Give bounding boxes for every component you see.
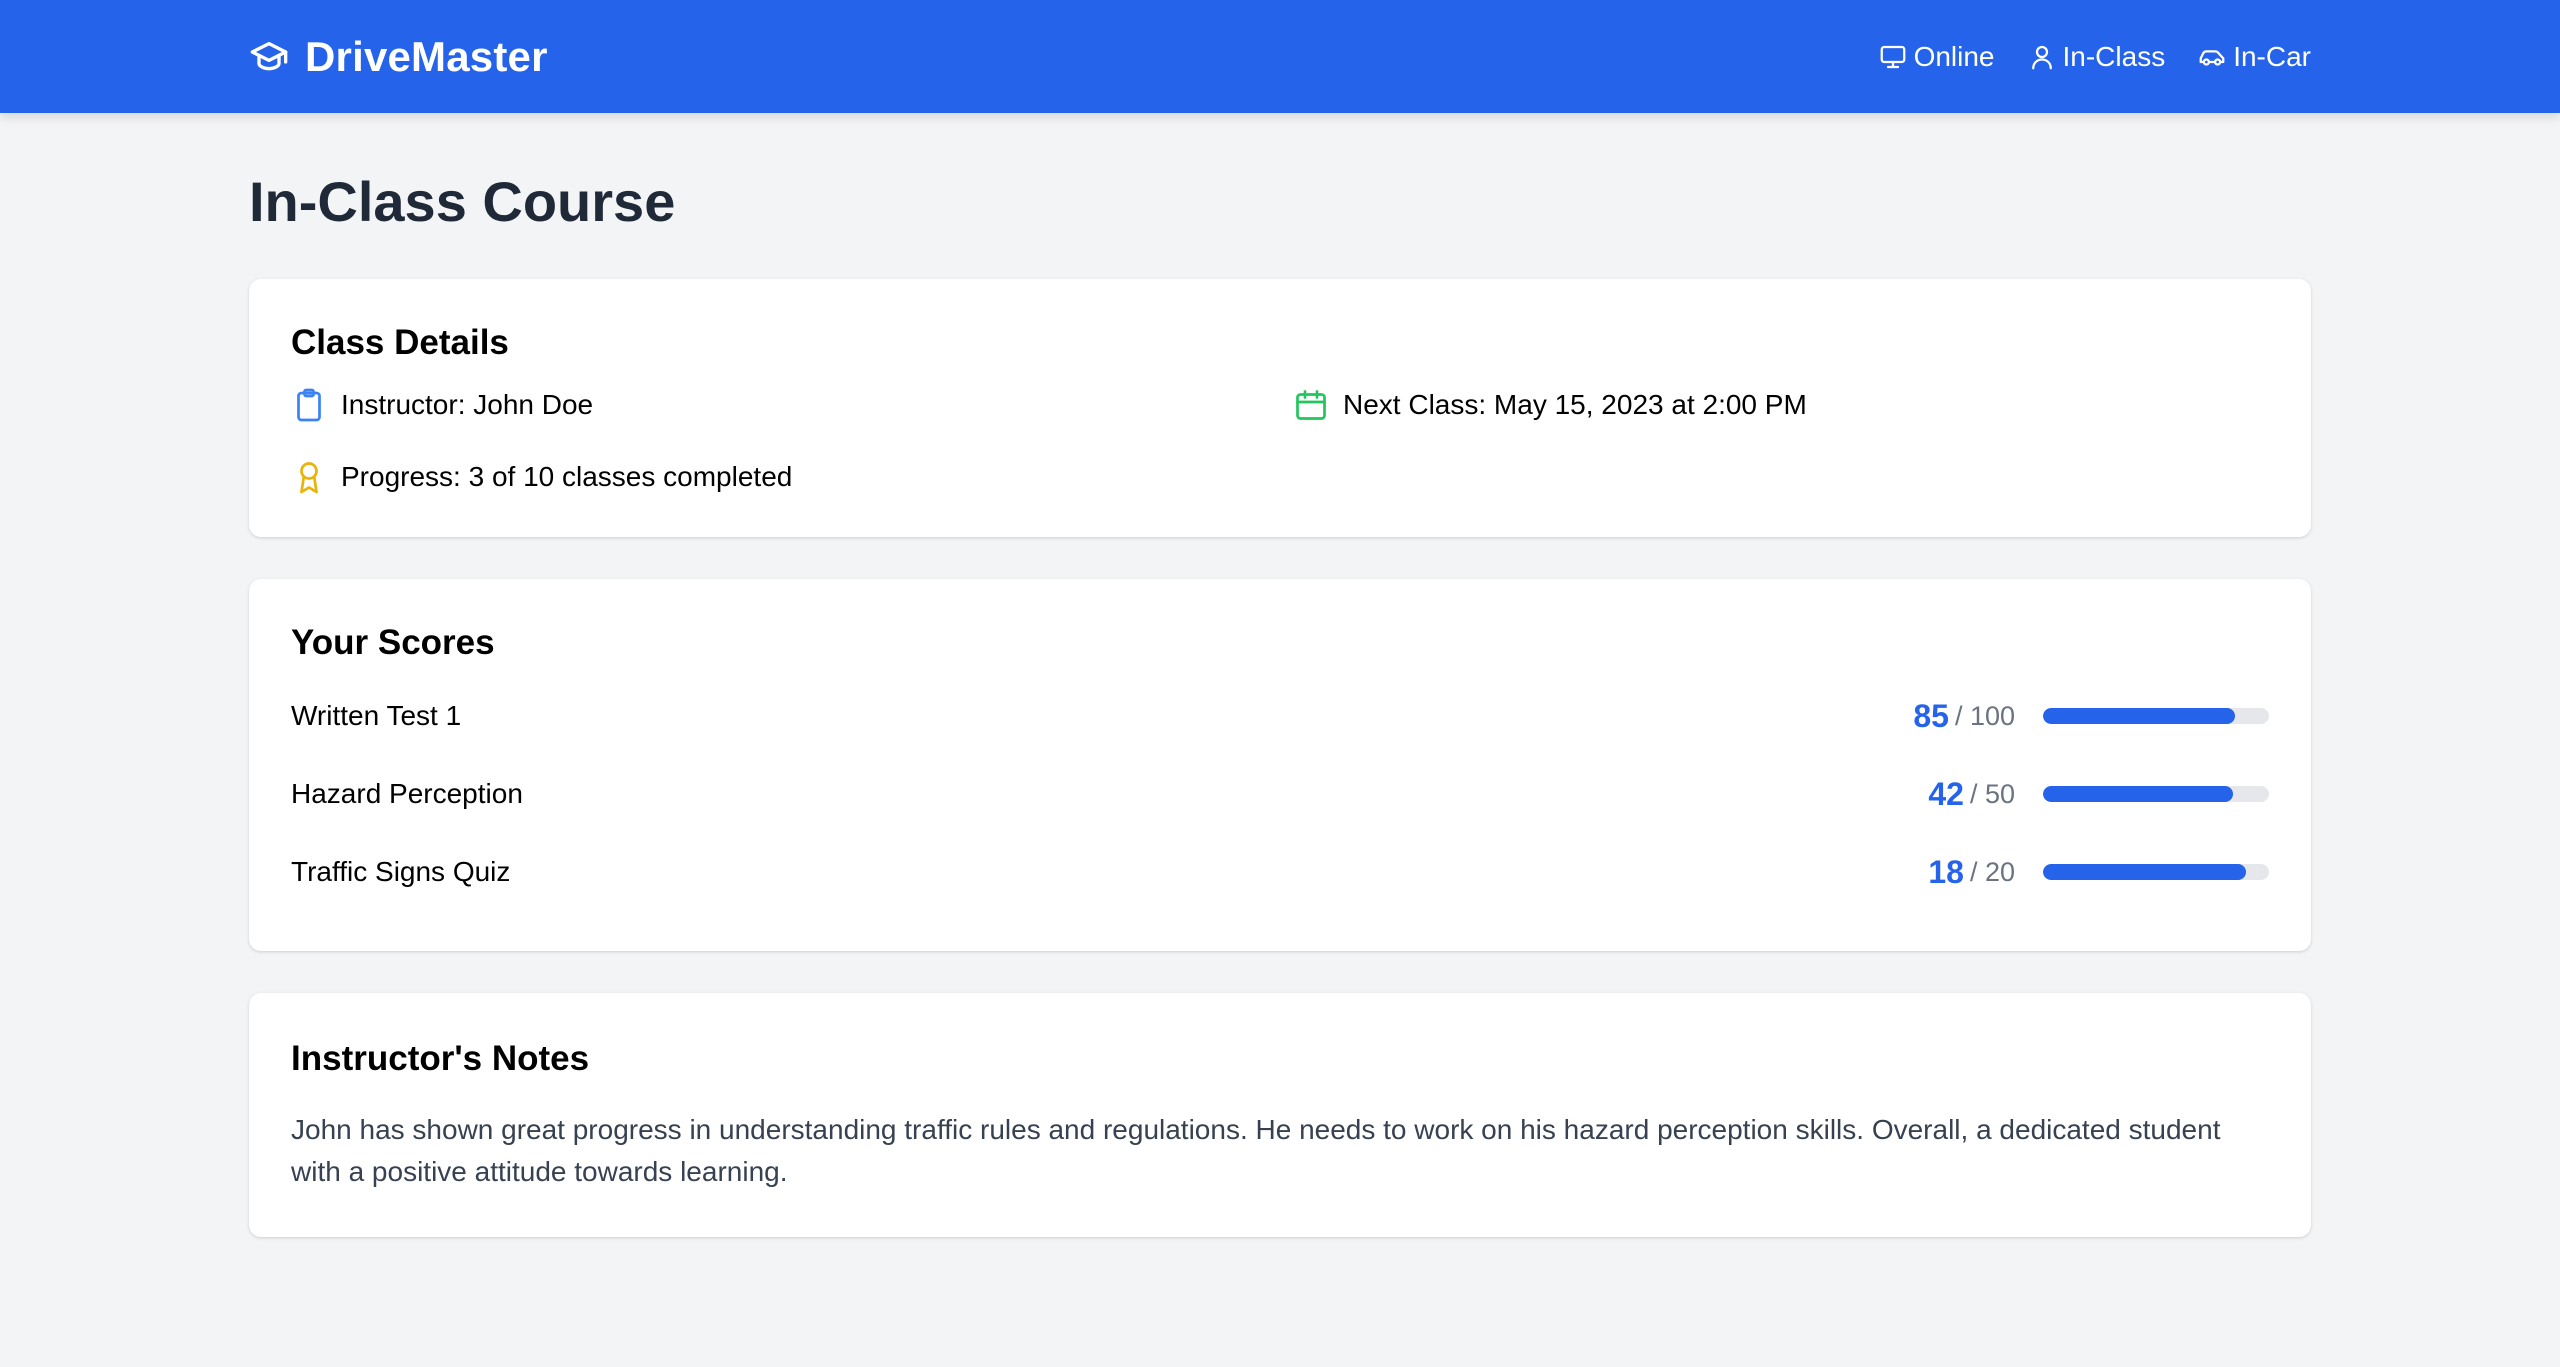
page-title: In-Class Course <box>249 170 676 233</box>
score-row: Hazard Perception 42 / 50 <box>291 755 2269 833</box>
score-row: Traffic Signs Quiz 18 / 20 <box>291 833 2269 911</box>
nav-item-label: Online <box>1913 40 1995 72</box>
nav-item-in-car[interactable]: In-Car <box>2197 41 2311 73</box>
progress-text: Progress: 3 of 10 classes completed <box>341 461 793 493</box>
score-label: Hazard Perception <box>291 778 523 810</box>
scores-title: Your Scores <box>291 623 495 663</box>
next-class-text: Next Class: May 15, 2023 at 2:00 PM <box>1343 389 1807 421</box>
score-progress-fill <box>2043 786 2233 803</box>
nav-links: Online In-Class In-Car <box>1846 41 2311 73</box>
clipboard-icon <box>297 388 321 422</box>
calendar-icon <box>1296 390 1326 421</box>
score-max: / 50 <box>1969 778 2015 809</box>
score-progress-bar <box>2043 708 2269 725</box>
main-content: In-Class Course Class Details Instructor… <box>249 113 2311 1279</box>
award-icon <box>300 462 318 494</box>
score-value: 42 <box>1928 775 1964 812</box>
score-max: / 20 <box>1969 856 2015 887</box>
score-value: 85 <box>1913 697 1949 734</box>
class-details-grid: Instructor: John Doe Next Class: May 15,… <box>291 387 2269 495</box>
user-icon <box>2031 45 2052 69</box>
score-progress-fill <box>2043 708 2236 725</box>
top-navbar: DriveMaster Online In-Class In-Car <box>0 0 2560 113</box>
score-summary: 18 / 20 <box>1928 854 2269 891</box>
graduation-cap-icon <box>249 37 289 77</box>
scores-list: Written Test 1 85 / 100 Hazard Perceptio… <box>291 677 2269 911</box>
score-summary: 85 / 100 <box>1913 698 2269 735</box>
instructor-notes-card: Instructor's Notes John has shown great … <box>249 993 2311 1238</box>
nav-item-in-class[interactable]: In-Class <box>2027 40 2166 73</box>
nav-item-online[interactable]: Online <box>1878 41 1995 73</box>
class-details-title: Class Details <box>291 323 509 363</box>
car-icon <box>2199 49 2225 66</box>
score-max: / 100 <box>1954 700 2015 731</box>
score-label: Written Test 1 <box>291 700 462 732</box>
class-details-card: Class Details Instructor: John Doe Next … <box>249 279 2311 538</box>
scores-card: Your Scores Written Test 1 85 / 100 Haza… <box>249 579 2311 952</box>
nav-item-label: In-Class <box>2062 40 2166 72</box>
score-progress-fill <box>2043 864 2247 881</box>
navbar-inner: DriveMaster Online In-Class In-Car <box>249 0 2311 113</box>
score-progress-bar <box>2043 786 2269 803</box>
instructor-notes-title: Instructor's Notes <box>291 1039 590 1079</box>
instructor-text: Instructor: John Doe <box>341 389 594 421</box>
score-progress-bar <box>2043 864 2269 881</box>
monitor-icon <box>1880 45 1905 68</box>
score-value: 18 <box>1928 853 1964 890</box>
instructor-notes-text: John has shown great progress in underst… <box>291 1114 2221 1188</box>
brand-name: DriveMaster <box>305 32 548 80</box>
brand-logo-link[interactable]: DriveMaster <box>249 33 548 81</box>
next-class-detail: Next Class: May 15, 2023 at 2:00 PM <box>1293 387 2269 423</box>
instructor-detail: Instructor: John Doe <box>291 387 1293 423</box>
nav-item-label: In-Car <box>2233 40 2311 72</box>
score-row: Written Test 1 85 / 100 <box>291 677 2269 755</box>
score-label: Traffic Signs Quiz <box>291 856 511 888</box>
score-summary: 42 / 50 <box>1928 776 2269 813</box>
progress-detail: Progress: 3 of 10 classes completed <box>291 459 1293 495</box>
